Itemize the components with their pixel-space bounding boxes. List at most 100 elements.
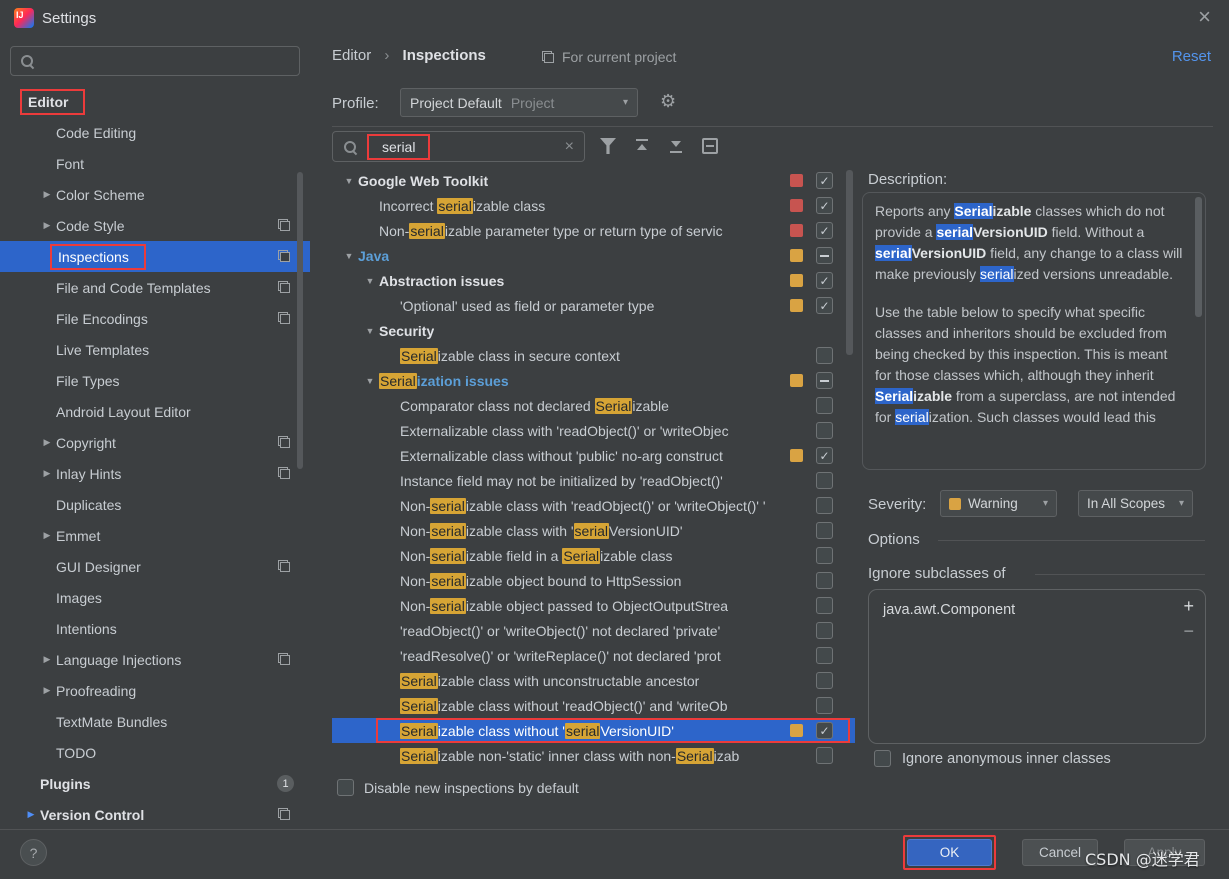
filter-icon[interactable]: [600, 138, 616, 154]
sidebar-item-intentions[interactable]: Intentions: [0, 613, 310, 644]
sidebar-item-duplicates[interactable]: Duplicates: [0, 489, 310, 520]
chevron-down-icon[interactable]: ▼: [340, 251, 358, 261]
sidebar-item-version-control[interactable]: ▶ Version Control: [0, 799, 310, 830]
inspection-checkbox[interactable]: [816, 672, 833, 689]
gear-icon[interactable]: ⚙: [660, 91, 676, 112]
sidebar-item-proofreading[interactable]: ▶ Proofreading: [0, 675, 310, 706]
sidebar-item-color-scheme[interactable]: ▶ Color Scheme: [0, 179, 310, 210]
inspection-checkbox[interactable]: [816, 297, 833, 314]
profile-dropdown[interactable]: Project Default Project ▾: [400, 88, 638, 117]
inspection-row[interactable]: 'readResolve()' or 'writeReplace()' not …: [332, 643, 855, 668]
inspection-row[interactable]: 'readObject()' or 'writeObject()' not de…: [332, 618, 855, 643]
inspection-checkbox[interactable]: [816, 547, 833, 564]
chevron-down-icon[interactable]: ▼: [340, 176, 358, 186]
inspection-row[interactable]: Externalizable class with 'readObject()'…: [332, 418, 855, 443]
inspection-row[interactable]: Non-serializable field in a Serializable…: [332, 543, 855, 568]
inspection-row[interactable]: Non-serializable parameter type or retur…: [332, 218, 855, 243]
inspection-checkbox[interactable]: [816, 347, 833, 364]
sidebar-item-file-and-code-templates[interactable]: File and Code Templates: [0, 272, 310, 303]
inspection-checkbox[interactable]: [816, 747, 833, 764]
inspection-checkbox[interactable]: [816, 172, 833, 189]
sidebar-item-gui-designer[interactable]: GUI Designer: [0, 551, 310, 582]
chevron-right-icon[interactable]: ▶: [38, 189, 56, 200]
inspection-checkbox[interactable]: [816, 697, 833, 714]
inspection-row[interactable]: 'Optional' used as field or parameter ty…: [332, 293, 855, 318]
sidebar-item-android-layout-editor[interactable]: Android Layout Editor: [0, 396, 310, 427]
sidebar-item-copyright[interactable]: ▶ Copyright: [0, 427, 310, 458]
inspection-row[interactable]: Instance field may not be initialized by…: [332, 468, 855, 493]
chevron-right-icon[interactable]: ▶: [38, 654, 56, 665]
chevron-right-icon[interactable]: ▶: [38, 468, 56, 479]
sidebar-item-font[interactable]: Font: [0, 148, 310, 179]
inspection-checkbox[interactable]: [816, 447, 833, 464]
collapse-all-icon[interactable]: [668, 138, 684, 154]
inspection-checkbox[interactable]: [816, 597, 833, 614]
inspection-checkbox[interactable]: [816, 397, 833, 414]
disable-new-inspections-checkbox[interactable]: [337, 779, 354, 796]
inspection-checkbox[interactable]: [816, 247, 833, 264]
severity-dropdown[interactable]: Warning ▾: [940, 490, 1057, 517]
inspections-search-field[interactable]: serial ×: [332, 131, 585, 162]
sidebar-item-plugins[interactable]: Plugins 1: [0, 768, 310, 799]
inspection-row[interactable]: ▼ Serialization issues: [332, 368, 855, 393]
sidebar-item-inlay-hints[interactable]: ▶ Inlay Hints: [0, 458, 310, 489]
description-scrollbar[interactable]: [1195, 197, 1202, 465]
ignore-anonymous-checkbox[interactable]: [874, 750, 891, 767]
inspection-row[interactable]: Incorrect serializable class: [332, 193, 855, 218]
sidebar-item-editor[interactable]: Editor: [0, 86, 310, 117]
list-item[interactable]: java.awt.Component: [869, 590, 1205, 618]
sidebar-item-textmate-bundles[interactable]: TextMate Bundles: [0, 706, 310, 737]
inspection-row[interactable]: Serializable class without 'serialVersio…: [332, 718, 855, 743]
sidebar-item-code-style[interactable]: ▶ Code Style: [0, 210, 310, 241]
inspection-row[interactable]: Non-serializable object bound to HttpSes…: [332, 568, 855, 593]
inspection-checkbox[interactable]: [816, 497, 833, 514]
inspection-checkbox[interactable]: [816, 272, 833, 289]
chevron-right-icon[interactable]: ▶: [38, 530, 56, 541]
inspection-checkbox[interactable]: [816, 622, 833, 639]
inspection-row[interactable]: ▼ Google Web Toolkit: [332, 168, 855, 193]
clear-search-icon[interactable]: ×: [565, 138, 574, 156]
sidebar-item-live-templates[interactable]: Live Templates: [0, 334, 310, 365]
inspection-checkbox[interactable]: [816, 372, 833, 389]
tree-scrollbar[interactable]: [846, 170, 853, 760]
inspection-checkbox[interactable]: [816, 572, 833, 589]
inspection-row[interactable]: Comparator class not declared Serializab…: [332, 393, 855, 418]
close-icon[interactable]: ×: [1198, 6, 1211, 28]
reset-link[interactable]: Reset: [1172, 48, 1211, 65]
chevron-down-icon[interactable]: ▼: [361, 276, 379, 286]
breadcrumb-editor[interactable]: Editor: [332, 47, 371, 64]
inspection-checkbox[interactable]: [816, 522, 833, 539]
inspection-row[interactable]: Serializable non-'static' inner class wi…: [332, 743, 855, 768]
chevron-right-icon[interactable]: ▶: [38, 437, 56, 448]
sidebar-item-emmet[interactable]: ▶ Emmet: [0, 520, 310, 551]
add-icon[interactable]: +: [1183, 597, 1194, 615]
sidebar-item-todo[interactable]: TODO: [0, 737, 310, 768]
inspection-row[interactable]: Externalizable class without 'public' no…: [332, 443, 855, 468]
reset-filter-icon[interactable]: [702, 138, 718, 154]
ok-button[interactable]: OK: [907, 839, 992, 866]
sidebar-item-inspections[interactable]: Inspections: [0, 241, 310, 272]
sidebar-item-language-injections[interactable]: ▶ Language Injections: [0, 644, 310, 675]
inspection-checkbox[interactable]: [816, 422, 833, 439]
chevron-down-icon[interactable]: ▼: [361, 326, 379, 336]
chevron-right-icon[interactable]: ▶: [38, 685, 56, 696]
sidebar-item-images[interactable]: Images: [0, 582, 310, 613]
inspection-row[interactable]: Serializable class with unconstructable …: [332, 668, 855, 693]
inspection-checkbox[interactable]: [816, 197, 833, 214]
chevron-right-icon[interactable]: ▶: [38, 220, 56, 231]
inspection-row[interactable]: ▼ Abstraction issues: [332, 268, 855, 293]
chevron-right-icon[interactable]: ▶: [22, 809, 40, 820]
expand-all-icon[interactable]: [634, 138, 650, 154]
chevron-down-icon[interactable]: ▼: [361, 376, 379, 386]
remove-icon[interactable]: −: [1183, 622, 1194, 640]
ignore-subclasses-list[interactable]: java.awt.Component + −: [868, 589, 1206, 744]
help-button[interactable]: ?: [20, 839, 47, 866]
inspection-row[interactable]: Non-serializable class with 'serialVersi…: [332, 518, 855, 543]
scope-dropdown[interactable]: In All Scopes ▾: [1078, 490, 1193, 517]
inspection-checkbox[interactable]: [816, 722, 833, 739]
inspection-row[interactable]: ▼ Java: [332, 243, 855, 268]
sidebar-search-input[interactable]: [10, 46, 300, 76]
inspection-checkbox[interactable]: [816, 222, 833, 239]
inspection-row[interactable]: Non-serializable object passed to Object…: [332, 593, 855, 618]
inspection-row[interactable]: ▼ Security: [332, 318, 855, 343]
